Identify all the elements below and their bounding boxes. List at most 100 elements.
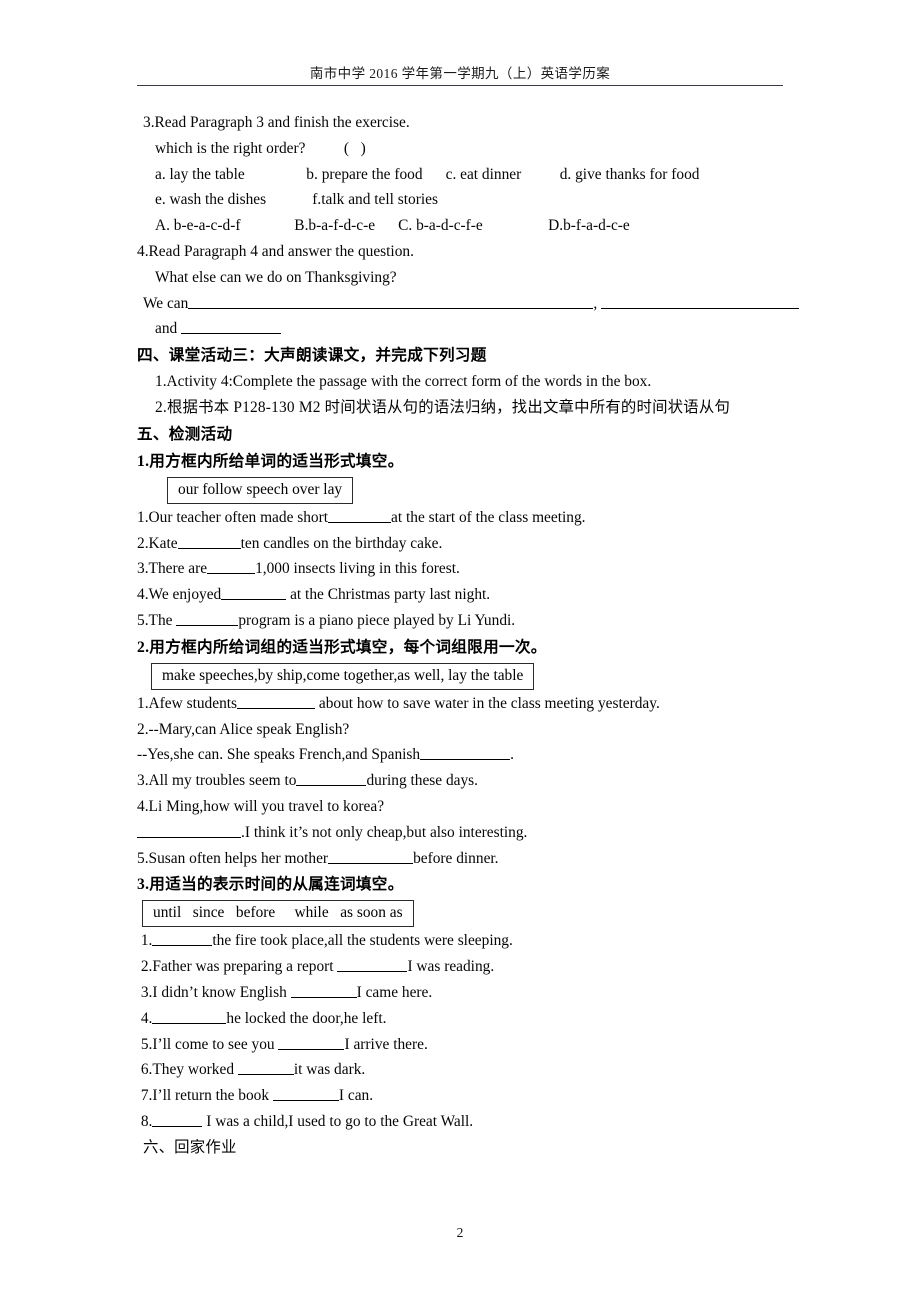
header-divider-rule xyxy=(137,85,783,86)
exercise-3-item-4: 4. he locked the door,he left. xyxy=(137,1006,797,1032)
section-4-heading: 四、课堂活动三：大声朗读课文，并完成下列习题 xyxy=(137,347,487,365)
exercise-3-item-6-post: it was dark. xyxy=(293,1061,366,1079)
exercise-1-item-5: 5.The program is a piano piece played by… xyxy=(137,608,797,634)
exercise-2-blank-5[interactable] xyxy=(328,848,414,864)
exercise-1-item-1: 1.Our teacher often made short at the sta… xyxy=(137,505,797,531)
document-body: 3.Read Paragraph 3 and finish the exerci… xyxy=(137,110,800,1161)
exercise-2-item-3-pre: 3.All my troubles seem to xyxy=(137,772,297,790)
exercise-3-item-3: 3.I didn’t know English I came here. xyxy=(137,980,797,1006)
section-5-heading: 五、检测活动 xyxy=(137,425,233,443)
exercise-2-item-2-reply-pre: --Yes,she can. She speaks French,and Spa… xyxy=(137,746,421,764)
exercise-2-item-1-post: about how to save water in the class mee… xyxy=(315,694,660,712)
exercise-2-item-5: 5.Susan often helps her mother before din… xyxy=(137,846,797,872)
exercise-1-item-3-pre: 3.There are xyxy=(137,560,208,578)
section-6-heading: 六、回家作业 xyxy=(143,1138,237,1156)
exercise-1-item-4-post: at the Christmas party last night. xyxy=(286,586,491,604)
exercise-1-item-5-post: program is a piano piece played by Li Yu… xyxy=(238,611,516,629)
document-page: 南市中学 2016 学年第一学期九（上）英语学历案 3.Read Paragra… xyxy=(0,0,920,1302)
exercise-3-item-6: 6.They worked it was dark. xyxy=(137,1057,797,1083)
exercise-3-item-7-pre: 7.I’ll return the book xyxy=(137,1087,273,1105)
exercise-3-item-7: 7.I’ll return the book I can. xyxy=(137,1083,797,1109)
exercise-3-item-3-pre: 3.I didn’t know English xyxy=(137,983,291,1001)
q4-blank-1[interactable] xyxy=(188,293,594,309)
exercise-3-item-7-post: I can. xyxy=(338,1087,374,1105)
exercise-2-item-4: 4.Li Ming,how will you travel to korea? xyxy=(137,797,385,815)
q4-question: What else can we do on Thanksgiving? xyxy=(155,268,397,286)
exercise-2-word-box: make speeches,by ship,come together,as w… xyxy=(151,662,535,690)
exercise-3-heading: 3.用适当的表示时间的从属连词填空。 xyxy=(137,876,404,894)
exercise-3-item-8-post: I was a child,I used to go to the Great … xyxy=(202,1112,474,1130)
exercise-2-item-5-post: before dinner. xyxy=(413,849,499,867)
exercise-2-item-3: 3.All my troubles seem to during these da… xyxy=(137,768,797,794)
exercise-1-heading: 1.用方框内所给单词的适当形式填空。 xyxy=(137,452,404,470)
exercise-3-item-4-pre: 4. xyxy=(137,1009,153,1027)
exercise-3-item-8-pre: 8. xyxy=(137,1112,153,1130)
q3-answer-choices: A. b-e-a-c-d-f B.b-a-f-d-c-e C. b-a-d-c-… xyxy=(155,217,630,235)
exercise-1-item-2-post: ten candles on the birthday cake. xyxy=(240,534,443,552)
exercise-3-item-3-post: I came here. xyxy=(356,983,433,1001)
exercise-2-heading: 2.用方框内所给词组的适当形式填空，每个词组限用一次。 xyxy=(137,638,547,656)
exercise-3-blank-7[interactable] xyxy=(272,1086,339,1102)
exercise-3-blank-6[interactable] xyxy=(237,1060,294,1076)
q4-blank-3[interactable] xyxy=(181,319,282,335)
q4-blank-2[interactable] xyxy=(601,293,800,309)
q4-stem: 4.Read Paragraph 4 and answer the questi… xyxy=(137,242,414,260)
exercise-3-word-box: until since before while as soon as xyxy=(142,900,414,928)
q4-answer-line-1: We can, xyxy=(137,291,800,317)
exercise-1-word-box: our follow speech over lay xyxy=(167,476,354,504)
q3-question: which is the right order? ( ) xyxy=(155,139,366,157)
q4-answer-separator: , xyxy=(593,294,598,312)
exercise-2-item-3-post: during these days. xyxy=(366,772,479,790)
exercise-3-item-8: 8. I was a child,I used to go to the Gre… xyxy=(137,1109,797,1135)
exercise-3-item-5-post: I arrive there. xyxy=(344,1035,428,1053)
q3-options-row-1: a. lay the table b. prepare the food c. … xyxy=(155,165,700,183)
exercise-1-blank-1[interactable] xyxy=(328,508,392,523)
q3-stem: 3.Read Paragraph 3 and finish the exerci… xyxy=(143,114,410,131)
exercise-1-wordbox-row: our follow speech over lay xyxy=(137,475,797,505)
exercise-3-item-2-pre: 2.Father was preparing a report xyxy=(137,958,338,976)
exercise-1-item-3: 3.There are 1,000 insects living in this … xyxy=(137,556,797,582)
exercise-3-blank-2[interactable] xyxy=(337,957,408,973)
exercise-3-item-4-post: he locked the door,he left. xyxy=(226,1009,387,1027)
exercise-1-item-1-pre: 1.Our teacher often made short xyxy=(137,508,329,526)
exercise-2-item-1: 1.Afew students about how to save water … xyxy=(137,691,797,717)
exercise-1-item-4-pre: 4.We enjoyed xyxy=(137,586,222,604)
exercise-1-item-4: 4.We enjoyed at the Christmas party last… xyxy=(137,582,797,608)
exercise-3-item-1: 1. the fire took place,all the students w… xyxy=(137,928,797,954)
exercise-1-blank-4[interactable] xyxy=(221,585,287,601)
q3-options-row-2: e. wash the dishes f.talk and tell stori… xyxy=(155,191,438,209)
section-4-item-2: 2.根据书本 P128-130 M2 时间状语从句的语法归纳，找出文章中所有的时… xyxy=(155,398,731,416)
exercise-2-blank-2[interactable] xyxy=(420,745,511,761)
exercise-1-blank-5[interactable] xyxy=(176,611,239,627)
exercise-2-blank-1[interactable] xyxy=(237,694,316,709)
exercise-2-item-2-reply-post: . xyxy=(510,746,514,764)
page-header-title: 南市中学 2016 学年第一学期九（上）英语学历案 xyxy=(309,66,611,81)
exercise-3-blank-3[interactable] xyxy=(290,983,357,998)
page-number-footer: 2 xyxy=(456,1225,464,1240)
exercise-2-wordbox-row: make speeches,by ship,come together,as w… xyxy=(137,661,797,691)
exercise-3-item-5-pre: 5.I’ll come to see you xyxy=(137,1035,279,1053)
exercise-2-item-2-reply: --Yes,she can. She speaks French,and Spa… xyxy=(137,742,797,768)
exercise-1-blank-2[interactable] xyxy=(177,533,241,549)
exercise-3-blank-5[interactable] xyxy=(278,1034,345,1050)
exercise-2-item-4-reply-post: .I think it’s not only cheap,but also in… xyxy=(241,823,528,841)
exercise-3-blank-4[interactable] xyxy=(152,1009,227,1024)
exercise-1-item-1-post: at the start of the class meeting. xyxy=(391,508,586,526)
exercise-2-item-5-pre: 5.Susan often helps her mother xyxy=(137,849,329,867)
exercise-3-blank-8[interactable] xyxy=(152,1112,203,1127)
exercise-1-item-2-pre: 2.Kate xyxy=(137,534,178,552)
section-4-item-1: 1.Activity 4:Complete the passage with t… xyxy=(155,373,652,391)
exercise-2-blank-4[interactable] xyxy=(137,823,241,838)
exercise-3-blank-1[interactable] xyxy=(152,931,213,947)
exercise-3-item-2-post: I was reading. xyxy=(407,958,495,976)
q4-answer-and: and xyxy=(155,320,178,338)
exercise-2-blank-3[interactable] xyxy=(296,771,367,787)
exercise-3-item-2: 2.Father was preparing a report I was re… xyxy=(137,954,797,980)
exercise-1-blank-3[interactable] xyxy=(207,559,256,575)
exercise-3-item-1-post: the fire took place,all the students wer… xyxy=(212,932,513,950)
q4-answer-line-2: and xyxy=(137,316,797,342)
exercise-3-item-5: 5.I’ll come to see you I arrive there. xyxy=(137,1032,797,1058)
exercise-1-item-5-pre: 5.The xyxy=(137,611,177,629)
q4-answer-prefix: We can xyxy=(143,294,189,312)
exercise-3-item-1-pre: 1. xyxy=(137,932,153,950)
